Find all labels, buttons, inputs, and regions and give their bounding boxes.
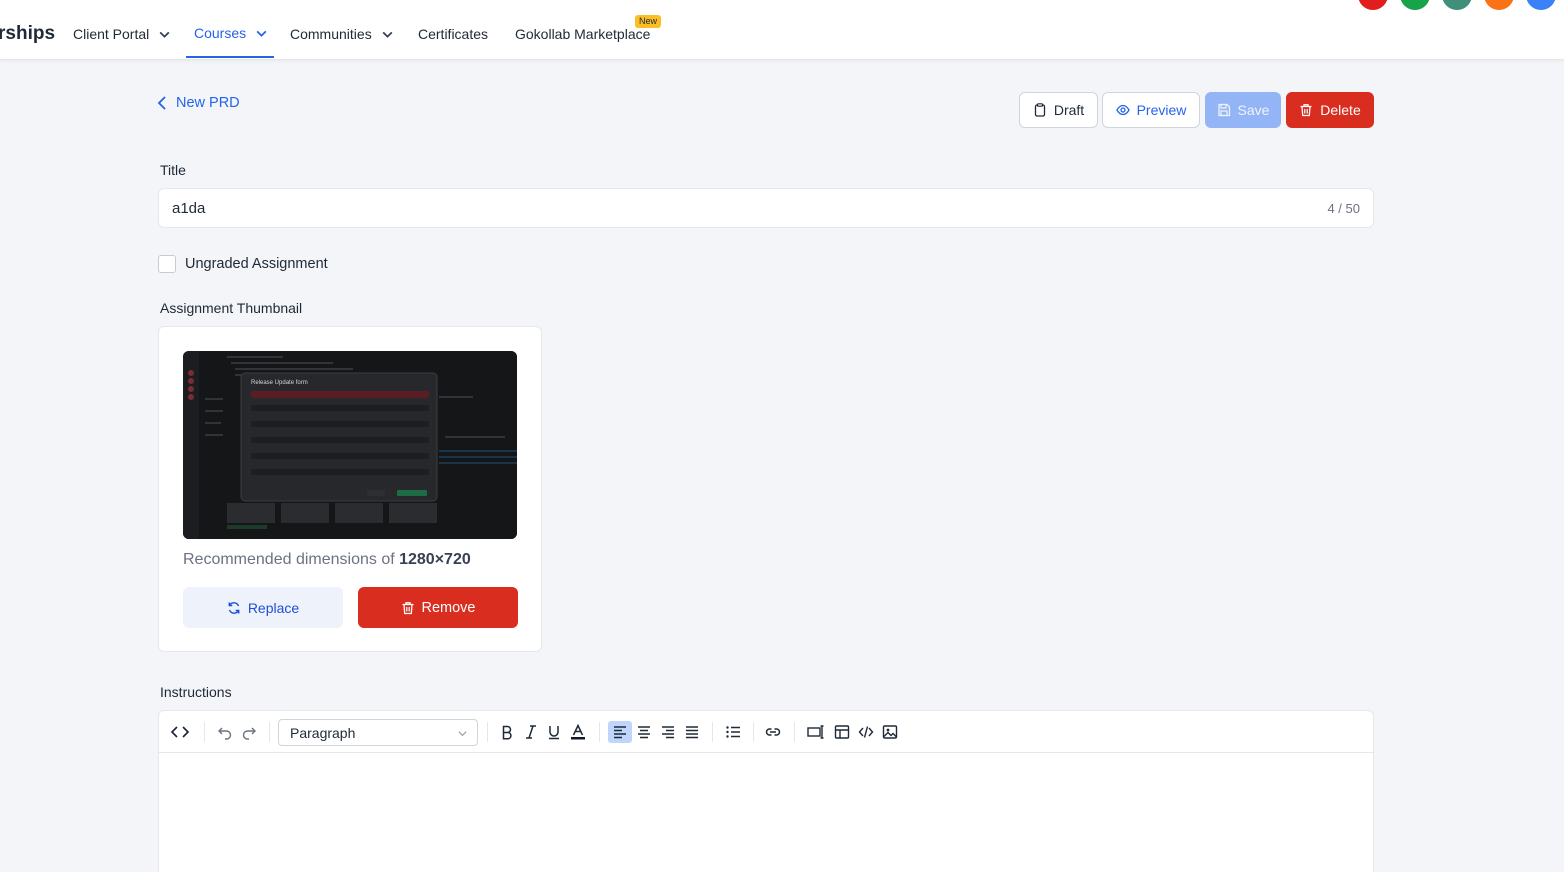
editor-toolbar: Paragraph: [159, 711, 1373, 753]
title-input-value: a1da: [172, 200, 206, 217]
chevron-down-icon: [159, 31, 170, 38]
nav-item-label: Communities: [290, 26, 372, 42]
align-left-icon[interactable]: [608, 721, 632, 743]
code-icon[interactable]: [855, 721, 877, 743]
recommended-dimensions: Recommended dimensions of 1280×720: [183, 551, 471, 569]
character-counter: 4 / 50: [1327, 201, 1360, 216]
trash-icon: [1300, 104, 1312, 117]
redo-icon[interactable]: [238, 721, 260, 743]
toolbar-divider: [599, 722, 600, 742]
remove-button[interactable]: Remove: [358, 587, 518, 628]
title-label: Title: [160, 162, 186, 178]
draft-button[interactable]: Draft: [1019, 92, 1098, 128]
recommended-dimensions-value: 1280×720: [399, 551, 471, 568]
remove-button-label: Remove: [421, 599, 476, 616]
svg-text:Release Update form: Release Update form: [251, 380, 308, 386]
back-link-label: New PRD: [176, 95, 240, 111]
toolbar-divider: [794, 722, 795, 742]
ungraded-assignment-checkbox[interactable]: [158, 255, 176, 273]
avatar[interactable]: [1442, 0, 1472, 10]
thumbnail-screenshot-illustration: Release Update form: [183, 351, 517, 539]
preview-button[interactable]: Preview: [1102, 92, 1200, 128]
align-justify-icon[interactable]: [681, 721, 703, 743]
chevron-down-icon: [256, 30, 267, 37]
save-button-label: Save: [1237, 102, 1270, 118]
source-code-icon[interactable]: [168, 721, 192, 743]
trash-icon: [402, 601, 413, 614]
chevron-down-icon: [382, 31, 393, 38]
replace-button[interactable]: Replace: [183, 587, 343, 628]
nav-item-certificates[interactable]: Certificates: [418, 26, 488, 42]
nav-item-communities[interactable]: Communities: [290, 26, 394, 42]
nav-item-courses[interactable]: Courses: [194, 25, 268, 41]
insert-field-icon[interactable]: [805, 721, 827, 743]
align-right-icon[interactable]: [657, 721, 679, 743]
bold-icon[interactable]: [496, 721, 518, 743]
image-icon[interactable]: [879, 721, 901, 743]
back-link[interactable]: New PRD: [156, 95, 240, 111]
ungraded-assignment-label: Ungraded Assignment: [185, 256, 328, 272]
chevron-down-icon: [458, 731, 467, 737]
preview-button-label: Preview: [1136, 102, 1187, 118]
align-center-icon[interactable]: [633, 721, 655, 743]
table-icon[interactable]: [831, 721, 853, 743]
brand-name: rships: [0, 23, 56, 44]
avatar[interactable]: [1400, 0, 1430, 10]
delete-button-label: Delete: [1320, 102, 1361, 118]
draft-button-label: Draft: [1053, 102, 1085, 118]
text-color-icon[interactable]: [567, 721, 589, 743]
avatar[interactable]: [1526, 0, 1556, 10]
thumbnail-card: Release Update form Recommended dimensio…: [158, 326, 542, 652]
avatar[interactable]: [1484, 0, 1514, 10]
delete-button[interactable]: Delete: [1286, 92, 1374, 128]
toolbar-divider: [712, 722, 713, 742]
thumbnail-label: Assignment Thumbnail: [160, 300, 303, 316]
ungraded-assignment-toggle[interactable]: Ungraded Assignment: [158, 255, 328, 273]
replace-button-label: Replace: [247, 599, 300, 616]
eye-icon: [1115, 104, 1130, 116]
clipboard-icon: [1034, 103, 1045, 117]
active-tab-indicator: [186, 56, 274, 58]
avatar[interactable]: [1358, 0, 1388, 10]
toolbar-divider: [204, 722, 205, 742]
underline-icon[interactable]: [543, 721, 565, 743]
nav-item-marketplace[interactable]: Gokollab Marketplace: [515, 26, 650, 42]
title-input[interactable]: a1da 4 / 50: [158, 188, 1374, 228]
undo-icon[interactable]: [214, 721, 236, 743]
block-format-value: Paragraph: [290, 724, 356, 741]
toolbar-divider: [269, 722, 270, 742]
italic-icon[interactable]: [520, 721, 542, 743]
recommended-dimensions-prefix: Recommended dimensions of: [183, 551, 400, 568]
thumbnail-image: Release Update form: [183, 351, 517, 539]
new-badge: New: [635, 15, 662, 28]
chevron-left-icon: [157, 96, 166, 110]
bullet-list-icon[interactable]: [722, 721, 744, 743]
block-format-select[interactable]: Paragraph: [278, 719, 478, 746]
nav-item-label: Gokollab Marketplace: [515, 26, 651, 42]
nav-item-client-portal[interactable]: Client Portal: [73, 26, 171, 42]
floppy-disk-icon: [1217, 103, 1230, 117]
refresh-icon: [228, 601, 240, 614]
toolbar-divider: [753, 722, 754, 742]
nav-item-label: Certificates: [418, 26, 489, 42]
nav-item-label: Courses: [194, 25, 247, 41]
instructions-editor[interactable]: Paragraph: [158, 710, 1374, 872]
instructions-label: Instructions: [160, 684, 232, 700]
toolbar-divider: [487, 722, 488, 742]
nav-item-label: Client Portal: [73, 26, 150, 42]
save-button[interactable]: Save: [1205, 92, 1281, 128]
link-icon[interactable]: [762, 721, 784, 743]
top-nav: rships Client Portal Courses Communities…: [0, 0, 1564, 60]
